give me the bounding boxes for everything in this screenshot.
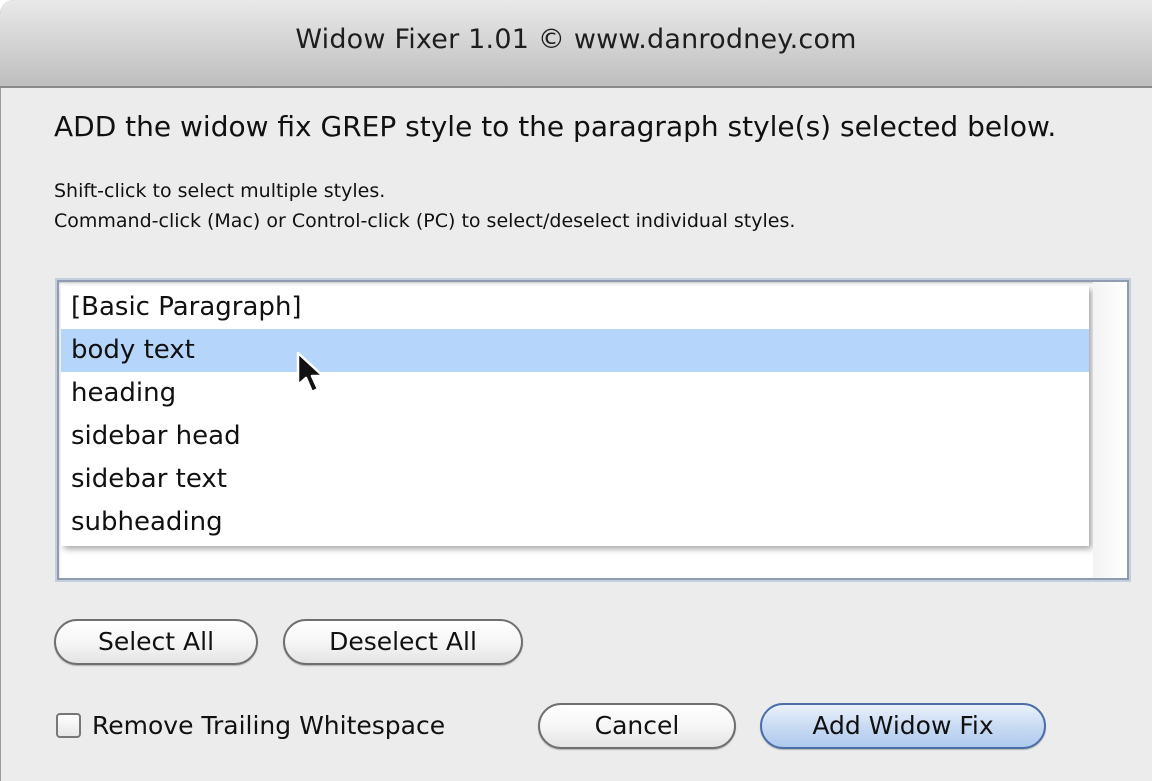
title-bar[interactable]: Widow Fixer 1.01 © www.danrodney.com [0,0,1152,88]
instruction-line-2: Command-click (Mac) or Control-click (PC… [54,210,796,232]
arrow-cursor-icon [296,351,325,394]
list-item-body-text[interactable]: body text [61,329,1089,372]
list-content: [Basic Paragraph] body text heading side… [61,286,1089,546]
window-title: Widow Fixer 1.01 © www.danrodney.com [295,24,857,55]
list-item-heading[interactable]: heading [61,372,1089,415]
dialog-heading: ADD the widow fix GREP style to the para… [54,110,1057,143]
add-widow-fix-button[interactable]: Add Widow Fix [760,703,1046,749]
remove-trailing-whitespace-checkbox[interactable] [56,713,81,738]
list-item-subheading[interactable]: subheading [61,501,1089,544]
cancel-button[interactable]: Cancel [538,703,736,749]
instruction-line-1: Shift-click to select multiple styles. [54,180,386,202]
list-item-sidebar-text[interactable]: sidebar text [61,458,1089,501]
list-item-basic-paragraph[interactable]: [Basic Paragraph] [61,286,1089,329]
list-scroll-track[interactable] [1093,282,1127,578]
dialog-window: Widow Fixer 1.01 © www.danrodney.com ADD… [0,0,1152,781]
deselect-all-button[interactable]: Deselect All [283,619,523,665]
list-item-sidebar-head[interactable]: sidebar head [61,415,1089,458]
remove-trailing-whitespace-label[interactable]: Remove Trailing Whitespace [92,709,445,743]
select-all-button[interactable]: Select All [54,619,258,665]
paragraph-styles-list[interactable]: [Basic Paragraph] body text heading side… [57,280,1129,580]
